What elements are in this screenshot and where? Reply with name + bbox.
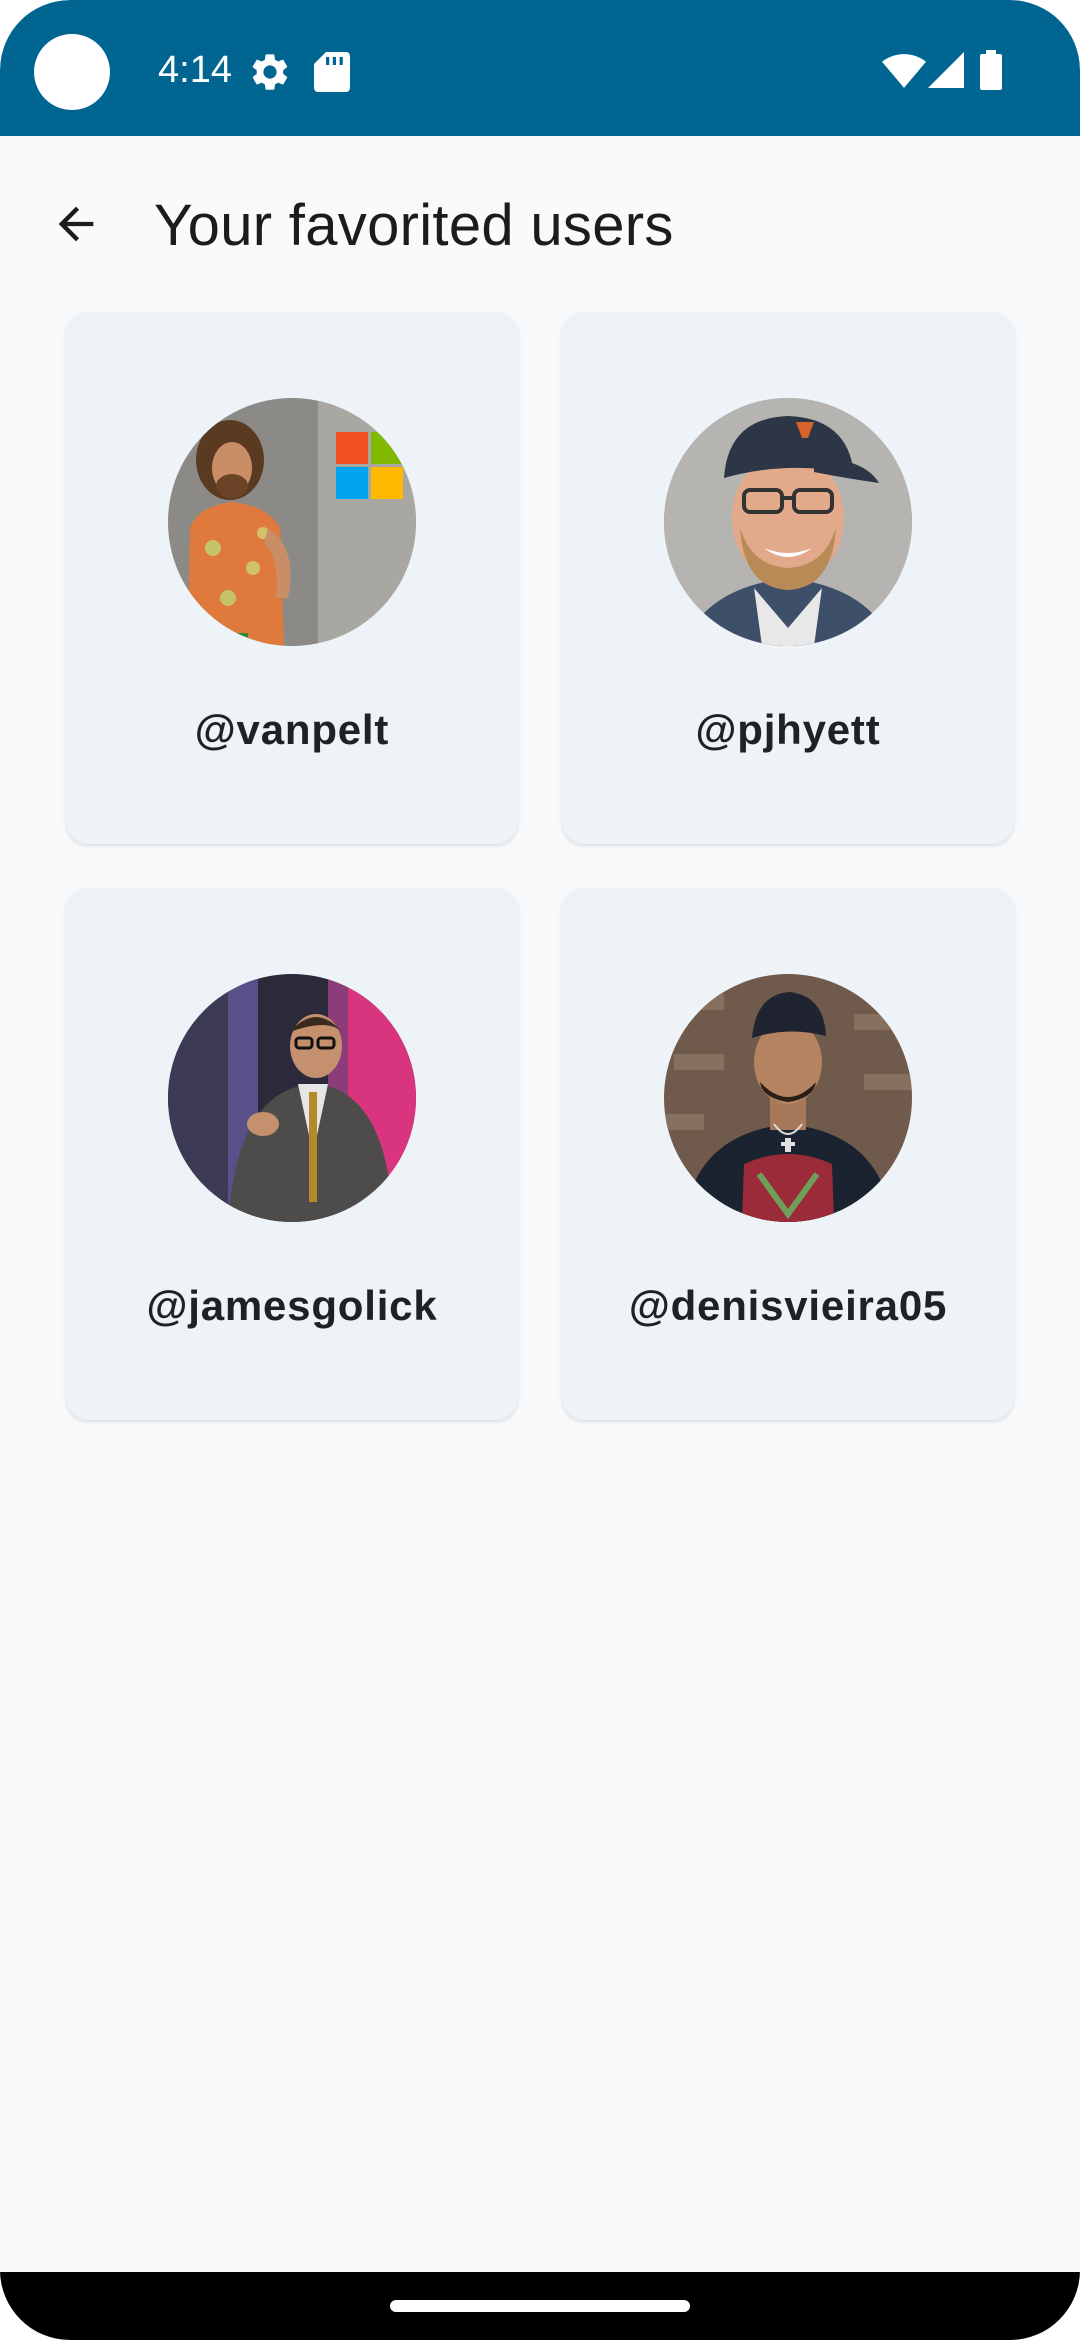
username-label: @vanpelt: [194, 706, 390, 753]
user-avatar: [664, 974, 912, 1222]
user-avatar: [168, 398, 416, 646]
back-button[interactable]: [36, 184, 116, 264]
username-label: @denisvieira05: [628, 1282, 948, 1329]
user-card[interactable]: @jamesgolick: [66, 888, 518, 1420]
status-time: 4:14: [158, 49, 232, 91]
sd-card-icon: [314, 52, 350, 97]
arrow-left-icon: [58, 206, 94, 242]
signal-icon: [928, 52, 964, 93]
camera-cutout: [34, 34, 110, 110]
user-card[interactable]: @denisvieira05: [562, 888, 1014, 1420]
user-avatar: [664, 398, 912, 646]
app-bar: Your favorited users: [0, 136, 1080, 312]
settings-gear-icon: [248, 50, 292, 99]
username-label: @pjhyett: [695, 706, 881, 753]
phone-screen: 4:14 Your favorited users @vanpelt @pjhy…: [0, 0, 1080, 2340]
home-indicator[interactable]: [390, 2300, 690, 2312]
user-avatar: [168, 974, 416, 1222]
user-card[interactable]: @pjhyett: [562, 312, 1014, 844]
status-bar: 4:14: [0, 0, 1080, 136]
wifi-icon: [882, 54, 926, 93]
page-title: Your favorited users: [154, 193, 674, 258]
username-label: @jamesgolick: [146, 1282, 438, 1329]
battery-icon: [980, 50, 1002, 95]
user-card[interactable]: @vanpelt: [66, 312, 518, 844]
